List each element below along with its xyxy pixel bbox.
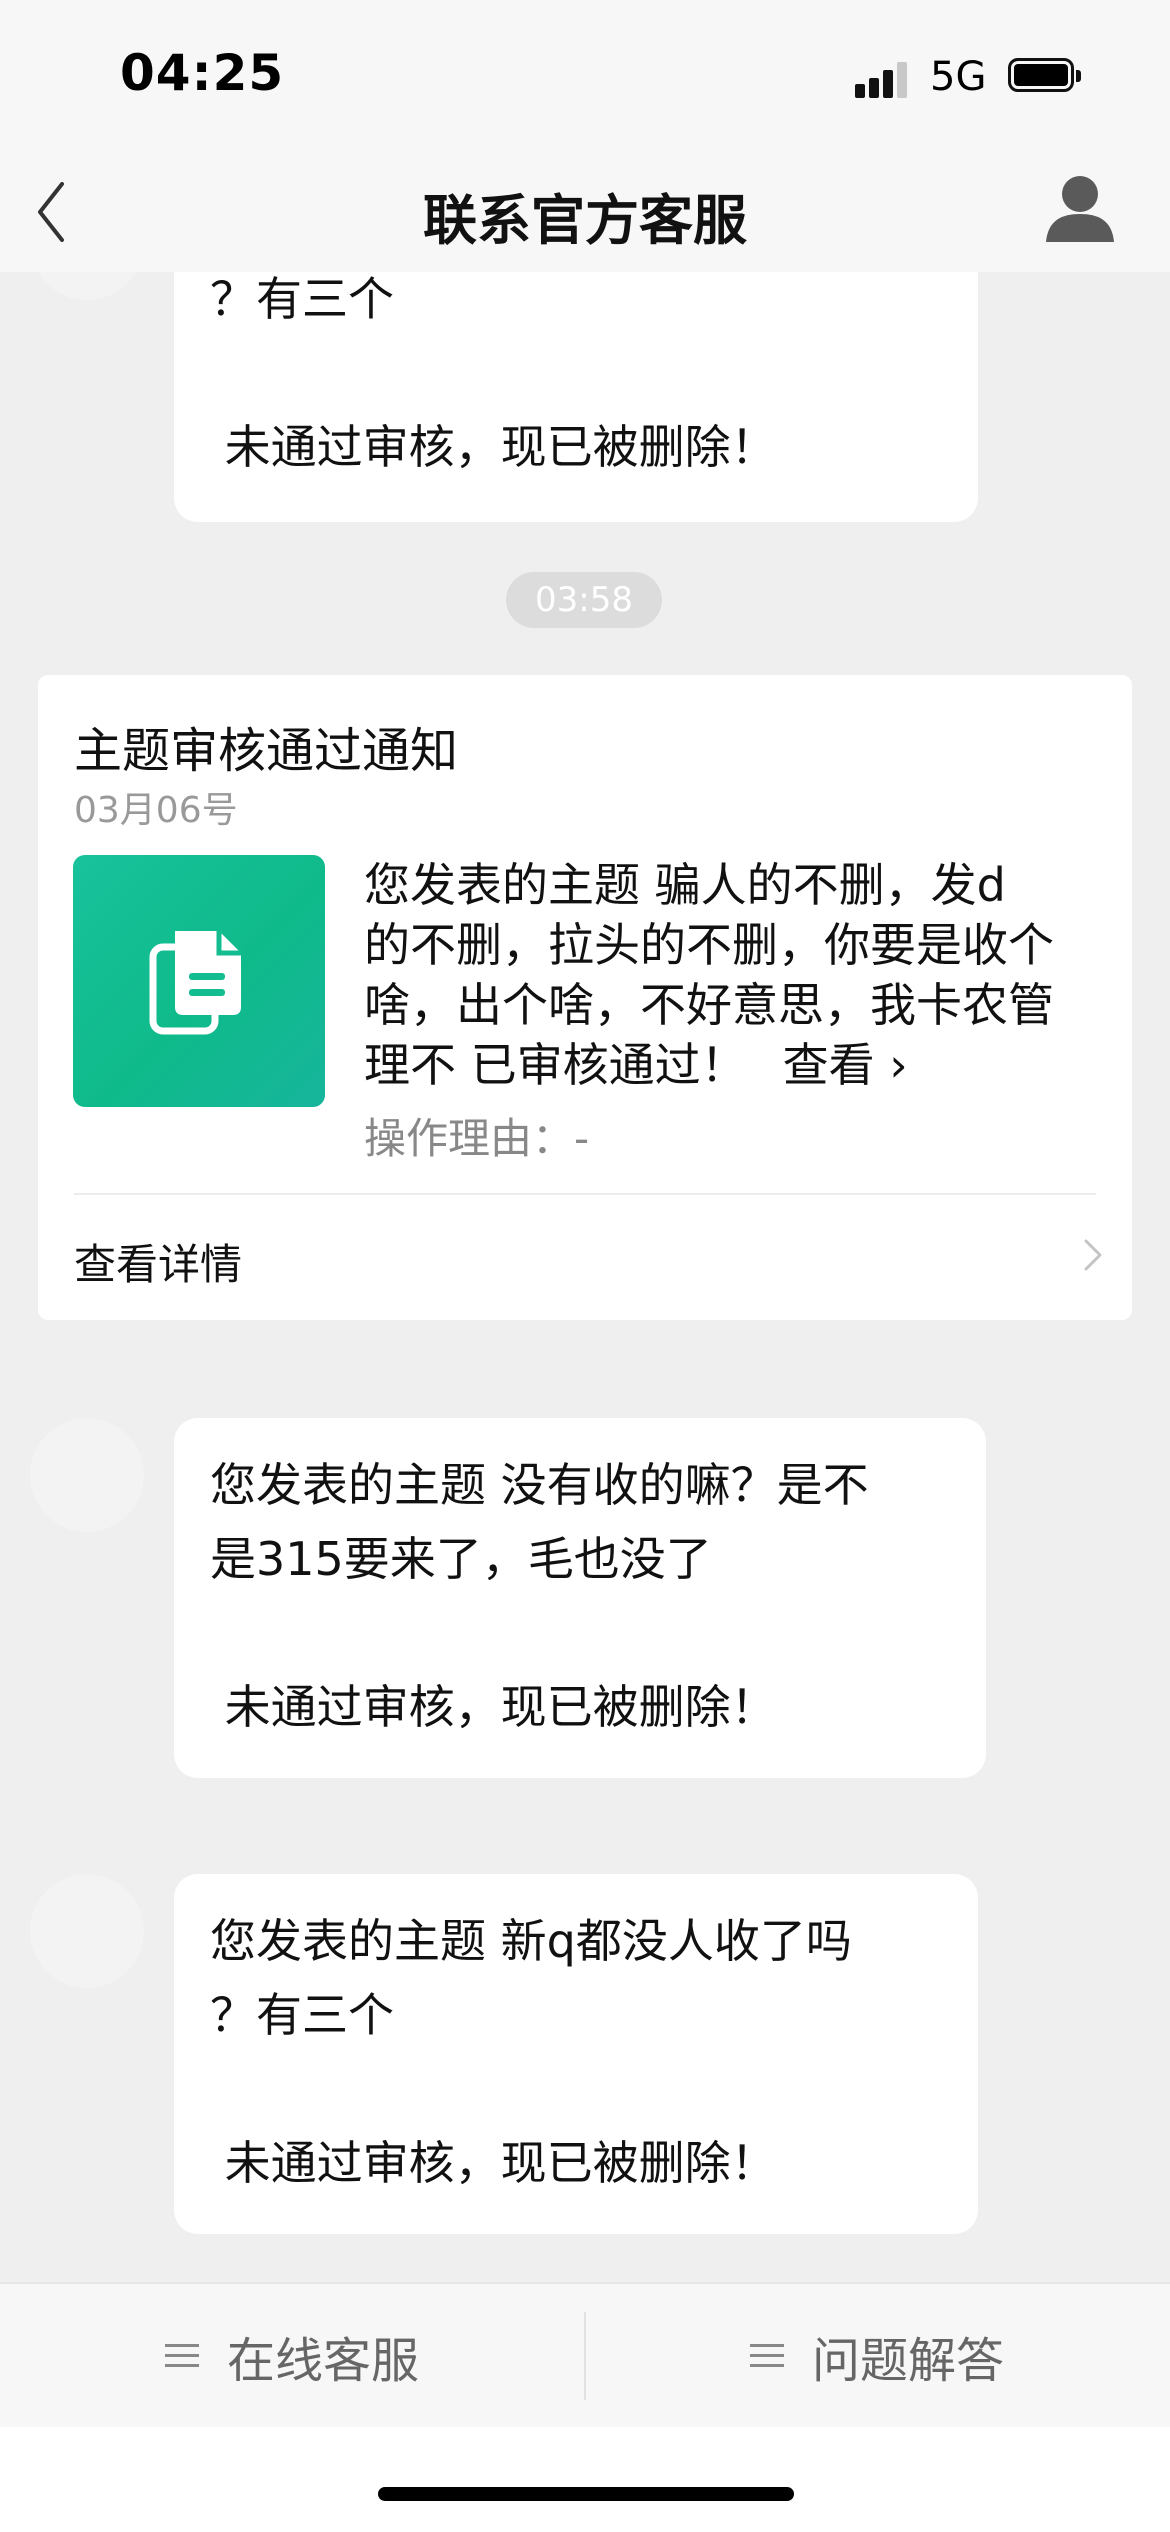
card-body: 您发表的主题 骗人的不删，发d 的不删，拉头的不删，你要是收个 啥，出个啥，不好… xyxy=(364,855,1104,1095)
view-link[interactable]: 查看 › xyxy=(783,1038,908,1092)
message-bubble: 您发表的主题 没有收的嘛？是不 是315要来了，毛也没了 未通过审核，现已被删除… xyxy=(174,1418,986,1778)
avatar xyxy=(30,1874,144,1988)
card-body-line: 理不 已审核通过！ xyxy=(364,1038,747,1092)
view-details-link[interactable]: 查看详情 xyxy=(74,1231,242,1292)
message-text: 您发表的主题 新q都没人收了吗 xyxy=(210,1914,852,1968)
message-text: 未通过审核，现已被删除！ xyxy=(210,2136,777,2190)
tab-faq[interactable]: 问题解答 xyxy=(585,2284,1169,2427)
home-indicator[interactable] xyxy=(378,2487,794,2501)
tab-label: 问题解答 xyxy=(811,2332,1004,2389)
card-body-line: 您发表的主题 骗人的不删，发d xyxy=(364,858,1006,912)
message-text: ？有三个 xyxy=(210,1988,394,2042)
user-icon[interactable] xyxy=(1040,168,1120,248)
card-reason: 操作理由：- xyxy=(364,1114,590,1163)
card-title: 主题审核通过通知 xyxy=(74,723,459,779)
card-body-line: 啥，出个啥，不好意思，我卡农管 xyxy=(364,978,1054,1032)
chat-area[interactable]: ？有三个 未通过审核，现已被删除！ 03:58 主题审核通过通知 03月06号 … xyxy=(0,272,1170,2282)
message-text: 是315要来了，毛也没了 xyxy=(210,1532,712,1586)
card-body-line: 的不删，拉头的不删，你要是收个 xyxy=(364,918,1054,972)
document-icon xyxy=(149,931,241,1035)
tab-label: 在线客服 xyxy=(226,2332,419,2389)
status-time: 04:25 xyxy=(120,44,285,102)
avatar xyxy=(30,272,144,300)
battery-icon xyxy=(1008,58,1082,96)
chevron-right-icon xyxy=(1078,1235,1106,1275)
bottom-tab-bar: 在线客服 问题解答 xyxy=(0,2282,1170,2427)
home-indicator-area xyxy=(0,2427,1170,2532)
status-bar: 04:25 5G xyxy=(0,0,1170,150)
message-text: 未通过审核，现已被删除！ xyxy=(210,1680,777,1734)
card-date: 03月06号 xyxy=(74,790,238,831)
divider xyxy=(74,1193,1096,1195)
message-text: 您发表的主题 没有收的嘛？是不 xyxy=(210,1458,869,1512)
card-thumbnail xyxy=(73,855,325,1107)
signal-strength-icon xyxy=(855,58,915,98)
page-title: 联系官方客服 xyxy=(423,189,747,252)
avatar xyxy=(30,1418,144,1532)
message-bubble: ？有三个 未通过审核，现已被删除！ xyxy=(174,272,978,522)
menu-icon xyxy=(164,2343,199,2367)
menu-icon xyxy=(749,2343,784,2367)
nav-bar: 联系官方客服 xyxy=(0,150,1170,272)
message-text: 未通过审核，现已被删除！ xyxy=(210,420,777,474)
message-bubble: 您发表的主题 新q都没人收了吗 ？有三个 未通过审核，现已被删除！ xyxy=(174,1874,978,2234)
message-text xyxy=(210,336,777,410)
message-text: ？有三个 xyxy=(210,272,394,326)
message-text xyxy=(210,1596,869,1670)
tab-online-service[interactable]: 在线客服 xyxy=(0,2284,584,2427)
timestamp: 03:58 xyxy=(506,572,662,628)
network-type: 5G xyxy=(930,54,987,100)
message-text xyxy=(210,2052,852,2126)
approval-notification-card[interactable]: 主题审核通过通知 03月06号 您发表的主题 骗人的不删，发d 的不删，拉头的不… xyxy=(38,675,1132,1320)
